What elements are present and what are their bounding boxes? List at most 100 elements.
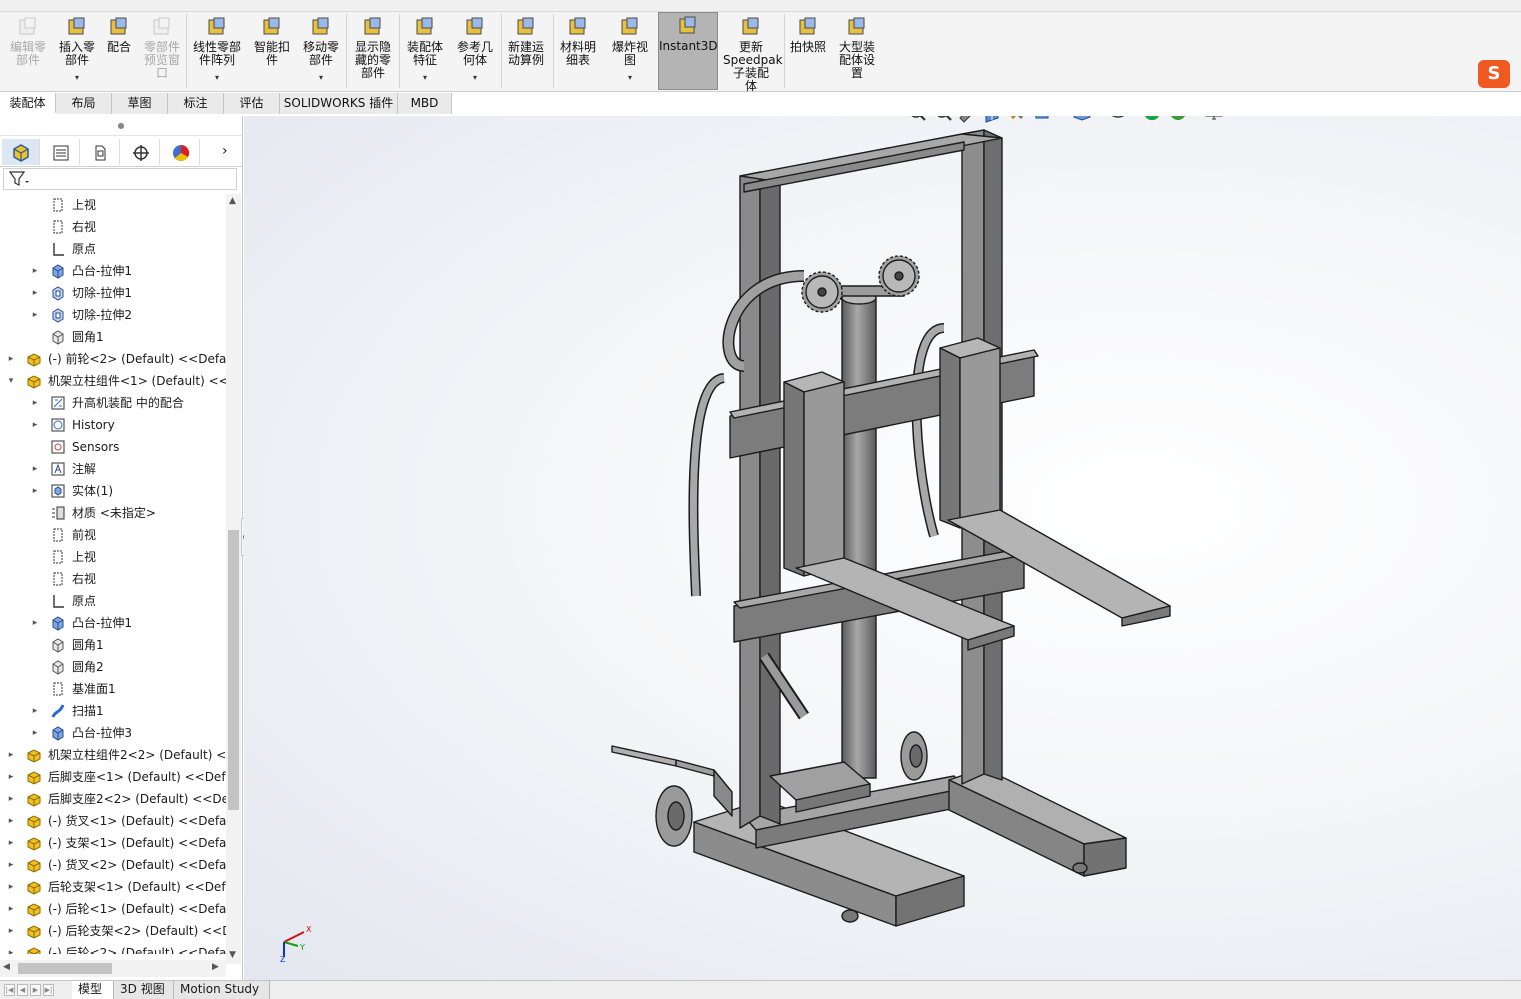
ribbon-button-5[interactable]: 智能扣件 [250, 14, 294, 67]
configuration-manager-tab[interactable] [82, 139, 120, 165]
prev-tab-icon[interactable]: ◀ [17, 984, 28, 996]
tree-item[interactable]: 上视 [0, 546, 226, 568]
last-tab-icon[interactable]: ▶| [43, 984, 54, 996]
expand-arrow-icon[interactable]: ▸ [30, 612, 40, 634]
tree-item[interactable]: ▸ (-) 货叉<1> (Default) <<Defau [0, 810, 226, 832]
tree-scroll-thumb[interactable] [228, 530, 239, 810]
ribbon-button-15[interactable]: 拍快照 [787, 14, 829, 54]
tree-item[interactable]: ▸ (-) 后轮<2> (Default) <<Defau [0, 942, 226, 954]
tree-item[interactable]: ▸ 扫描1 [0, 700, 226, 722]
bottom-tab[interactable]: Motion Study 1 [174, 981, 270, 999]
base-rail-right[interactable] [948, 767, 1127, 877]
bottom-tab[interactable]: 模型 [72, 981, 114, 999]
expand-arrow-icon[interactable]: ▸ [6, 876, 16, 898]
command-tab[interactable]: 草图 [112, 93, 168, 114]
tree-item[interactable]: 圆角2 [0, 656, 226, 678]
dropdown-caret-icon[interactable]: ▾ [402, 71, 448, 84]
next-tab-icon[interactable]: ▶ [30, 984, 41, 996]
graphics-viewport[interactable]: X Y Z [244, 116, 1521, 980]
tree-item[interactable]: ▸ 切除-拉伸2 [0, 304, 226, 326]
tree-item[interactable]: ▸ 凸台-拉伸1 [0, 260, 226, 282]
tree-item[interactable]: 材质 <未指定> [0, 502, 226, 524]
tree-item[interactable]: ▸ History [0, 414, 226, 436]
tree-item[interactable]: Sensors [0, 436, 226, 458]
tree-item[interactable]: 原点 [0, 590, 226, 612]
command-tab[interactable]: 标注 [168, 93, 224, 114]
ribbon-button-2[interactable]: 配合 [103, 14, 135, 54]
chevron-right-icon[interactable]: › [222, 143, 228, 159]
expand-arrow-icon[interactable]: ▸ [30, 458, 40, 480]
tree-item[interactable]: ▸ 凸台-拉伸1 [0, 612, 226, 634]
expand-arrow-icon[interactable]: ▸ [6, 920, 16, 942]
tree-item[interactable]: 原点 [0, 238, 226, 260]
dropdown-caret-icon[interactable]: ▾ [452, 71, 498, 84]
rear-wheel-right[interactable] [900, 731, 928, 781]
collapse-arrow-icon[interactable]: ▾ [6, 370, 16, 392]
tree-item[interactable]: 圆角1 [0, 326, 226, 348]
tree-item[interactable]: 上视 [0, 194, 226, 216]
expand-arrow-icon[interactable]: ▸ [30, 282, 40, 304]
tree-vertical-scrollbar[interactable]: ▲ ▼ [226, 194, 241, 964]
expand-arrow-icon[interactable]: ▸ [6, 788, 16, 810]
display-manager-tab[interactable] [162, 139, 200, 165]
tree-item[interactable]: ▸ 注解 [0, 458, 226, 480]
tree-item[interactable]: 圆角1 [0, 634, 226, 656]
sprocket-left[interactable] [801, 271, 843, 313]
mast-column-left[interactable] [739, 171, 781, 829]
expand-arrow-icon[interactable]: ▸ [6, 348, 16, 370]
ribbon-button-13[interactable]: Instant3D [658, 12, 718, 90]
command-tab[interactable]: 布局 [56, 93, 112, 114]
dropdown-caret-icon[interactable]: ▾ [54, 71, 100, 84]
expand-arrow-icon[interactable]: ▸ [30, 304, 40, 326]
scroll-left-icon[interactable]: ◀ [3, 962, 10, 972]
front-wheel-right[interactable] [1072, 862, 1088, 874]
expand-arrow-icon[interactable]: ▸ [30, 260, 40, 282]
sprocket-right[interactable] [878, 255, 920, 297]
expand-arrow-icon[interactable]: ▸ [30, 414, 40, 436]
tree-item[interactable]: 基准面1 [0, 678, 226, 700]
tree-filter[interactable] [3, 168, 237, 190]
ribbon-button-1[interactable]: 插入零 部件 ▾ [54, 14, 100, 84]
scroll-right-icon[interactable]: ▶ [212, 962, 219, 972]
tree-item[interactable]: ▸ 后轮支架<1> (Default) <<Defa [0, 876, 226, 898]
hydraulic-cylinder[interactable] [841, 291, 877, 779]
expand-arrow-icon[interactable]: ▸ [6, 942, 16, 954]
ribbon-button-10[interactable]: 新建运 动算例 [503, 14, 549, 67]
tree-item[interactable]: ▸ 后脚支座<1> (Default) <<Defa [0, 766, 226, 788]
expand-arrow-icon[interactable]: ▸ [6, 810, 16, 832]
ribbon-button-6[interactable]: 移动零 部件 ▾ [298, 14, 344, 84]
command-tab[interactable]: 装配体 [0, 93, 56, 114]
ribbon-button-0[interactable]: 编辑零 部件 [4, 14, 52, 67]
panel-grip[interactable]: ● [0, 116, 242, 136]
expand-arrow-icon[interactable]: ▸ [6, 898, 16, 920]
scroll-up-icon[interactable]: ▲ [229, 196, 236, 206]
ribbon-button-14[interactable]: 更新 Speedpak 子装配体 [723, 14, 783, 93]
command-tab[interactable]: MBD [398, 93, 452, 114]
tree-item[interactable]: ▸ 实体(1) [0, 480, 226, 502]
tree-item[interactable]: ▸ (-) 前轮<2> (Default) <<Defau [0, 348, 226, 370]
expand-arrow-icon[interactable]: ▸ [30, 480, 40, 502]
expand-arrow-icon[interactable]: ▸ [30, 392, 40, 414]
tree-item[interactable]: ▸ 凸台-拉伸3 [0, 722, 226, 744]
scroll-down-icon[interactable]: ▼ [229, 950, 236, 960]
tree-item[interactable]: ▸ (-) 后轮<1> (Default) <<Defau [0, 898, 226, 920]
feature-manager-tab[interactable] [2, 139, 40, 165]
ribbon-button-16[interactable]: 大型装 配体设置 [833, 14, 881, 80]
tree-item[interactable]: ▸ 后脚支座2<2> (Default) <<Def [0, 788, 226, 810]
front-wheel-left[interactable] [841, 909, 859, 923]
expand-arrow-icon[interactable]: ▸ [6, 766, 16, 788]
ribbon-button-4[interactable]: 线性零部 件阵列 ▾ [188, 14, 246, 84]
ribbon-button-11[interactable]: 材料明 细表 [555, 14, 601, 67]
ribbon-button-8[interactable]: 装配体 特征 ▾ [402, 14, 448, 84]
tree-item[interactable]: ▸ 升高机装配 中的配合 [0, 392, 226, 414]
dimxpert-tab[interactable] [122, 139, 160, 165]
tree-item[interactable]: 前视 [0, 524, 226, 546]
tree-item[interactable]: ▸ 机架立柱组件2<2> (Default) << [0, 744, 226, 766]
tree-item[interactable]: 右视 [0, 568, 226, 590]
expand-arrow-icon[interactable]: ▸ [6, 744, 16, 766]
ribbon-button-3[interactable]: 零部件 预览窗口 [140, 14, 184, 80]
assembly-model-3d[interactable] [244, 116, 1521, 980]
tree-item[interactable]: ▸ 切除-拉伸1 [0, 282, 226, 304]
tree-item[interactable]: ▾ 机架立柱组件<1> (Default) <<I [0, 370, 226, 392]
fork-upright-right[interactable] [939, 337, 1001, 529]
